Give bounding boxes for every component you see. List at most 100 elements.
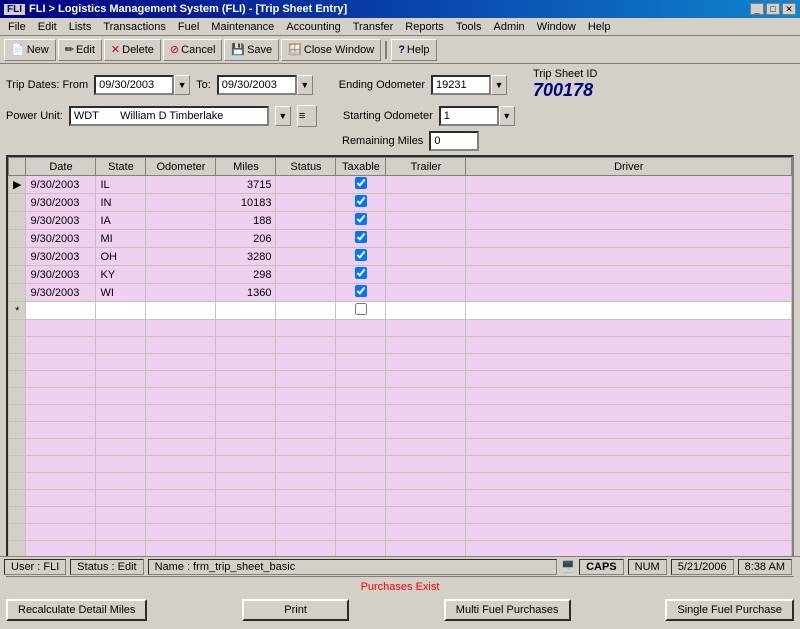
empty-table-row[interactable] (9, 439, 792, 456)
taxable-checkbox[interactable] (355, 213, 367, 225)
row-status[interactable] (276, 302, 336, 320)
new-button[interactable]: 📄 New (4, 39, 56, 61)
recalculate-button[interactable]: Recalculate Detail Miles (6, 599, 147, 621)
row-driver[interactable] (466, 266, 792, 284)
row-date[interactable]: 9/30/2003 (26, 176, 96, 194)
row-status[interactable] (276, 230, 336, 248)
taxable-checkbox[interactable] (355, 231, 367, 243)
row-date[interactable]: 9/30/2003 (26, 284, 96, 302)
row-date[interactable]: 9/30/2003 (26, 266, 96, 284)
taxable-checkbox[interactable] (355, 177, 367, 189)
taxable-checkbox[interactable] (355, 195, 367, 207)
table-row[interactable]: 9/30/2003KY 298 (9, 266, 792, 284)
menu-transfer[interactable]: Transfer (347, 20, 400, 34)
row-miles[interactable]: 298 (216, 266, 276, 284)
row-trailer[interactable] (386, 194, 466, 212)
starting-odometer-dropdown[interactable]: ▼ (499, 106, 515, 126)
menu-lists[interactable]: Lists (63, 20, 98, 34)
menu-reports[interactable]: Reports (399, 20, 450, 34)
to-date-input[interactable] (217, 75, 297, 95)
empty-table-row[interactable] (9, 388, 792, 405)
menu-window[interactable]: Window (531, 20, 582, 34)
menu-fuel[interactable]: Fuel (172, 20, 205, 34)
single-fuel-button[interactable]: Single Fuel Purchase (665, 599, 794, 621)
row-trailer[interactable] (386, 284, 466, 302)
empty-table-row[interactable] (9, 354, 792, 371)
row-taxable[interactable] (336, 194, 386, 212)
row-driver[interactable] (466, 248, 792, 266)
to-date-dropdown[interactable]: ▼ (297, 75, 313, 95)
taxable-checkbox[interactable] (355, 303, 367, 315)
row-miles[interactable]: 206 (216, 230, 276, 248)
menu-tools[interactable]: Tools (450, 20, 488, 34)
menu-help[interactable]: Help (582, 20, 617, 34)
table-row[interactable]: 9/30/2003MI206 (9, 230, 792, 248)
empty-table-row[interactable] (9, 422, 792, 439)
row-status[interactable] (276, 266, 336, 284)
row-taxable[interactable] (336, 176, 386, 194)
menu-transactions[interactable]: Transactions (97, 20, 172, 34)
row-driver[interactable] (466, 194, 792, 212)
row-taxable[interactable] (336, 212, 386, 230)
delete-button[interactable]: ✕ Delete (104, 39, 161, 61)
power-unit-detail-button[interactable]: ≡ (297, 105, 317, 127)
taxable-checkbox[interactable] (355, 249, 367, 261)
row-driver[interactable] (466, 212, 792, 230)
row-status[interactable] (276, 212, 336, 230)
menu-maintenance[interactable]: Maintenance (205, 20, 280, 34)
row-odometer[interactable] (146, 212, 216, 230)
from-date-dropdown[interactable]: ▼ (174, 75, 190, 95)
row-state[interactable]: MI (96, 230, 146, 248)
minimize-button[interactable]: _ (750, 3, 764, 15)
row-odometer[interactable] (146, 194, 216, 212)
row-miles[interactable] (216, 302, 276, 320)
ending-odometer-dropdown[interactable]: ▼ (491, 75, 507, 95)
row-odometer[interactable] (146, 284, 216, 302)
table-row[interactable]: 9/30/2003OH3280 (9, 248, 792, 266)
power-unit-dropdown[interactable]: ▼ (275, 106, 291, 126)
row-odometer[interactable] (146, 266, 216, 284)
empty-table-row[interactable] (9, 541, 792, 558)
row-miles[interactable]: 1360 (216, 284, 276, 302)
row-trailer[interactable] (386, 212, 466, 230)
power-unit-input[interactable] (69, 106, 269, 126)
row-trailer[interactable] (386, 230, 466, 248)
menu-edit[interactable]: Edit (32, 20, 63, 34)
row-state[interactable]: IN (96, 194, 146, 212)
remaining-miles-input[interactable] (429, 131, 479, 151)
empty-table-row[interactable] (9, 337, 792, 354)
row-odometer[interactable] (146, 176, 216, 194)
empty-table-row[interactable] (9, 507, 792, 524)
row-driver[interactable] (466, 230, 792, 248)
row-state[interactable]: IL (96, 176, 146, 194)
row-taxable[interactable] (336, 266, 386, 284)
print-button[interactable]: Print (242, 599, 349, 621)
row-state[interactable] (96, 302, 146, 320)
edit-button[interactable]: ✏ Edit (58, 39, 102, 61)
save-button[interactable]: 💾 Save (224, 39, 279, 61)
empty-table-row[interactable] (9, 473, 792, 490)
row-state[interactable]: KY (96, 266, 146, 284)
menu-admin[interactable]: Admin (488, 20, 531, 34)
table-row[interactable]: * (9, 302, 792, 320)
table-row[interactable]: 9/30/2003IN10183 (9, 194, 792, 212)
row-date[interactable]: 9/30/2003 (26, 248, 96, 266)
starting-odometer-input[interactable] (439, 106, 499, 126)
close-window-button[interactable]: 🪟 Close Window (281, 39, 381, 61)
table-row[interactable]: 9/30/2003WI1360 (9, 284, 792, 302)
row-date[interactable]: 9/30/2003 (26, 194, 96, 212)
empty-table-row[interactable] (9, 524, 792, 541)
row-odometer[interactable] (146, 302, 216, 320)
row-trailer[interactable] (386, 266, 466, 284)
close-button[interactable]: ✕ (782, 3, 796, 15)
row-miles[interactable]: 3280 (216, 248, 276, 266)
taxable-checkbox[interactable] (355, 285, 367, 297)
row-trailer[interactable] (386, 176, 466, 194)
row-driver[interactable] (466, 284, 792, 302)
empty-table-row[interactable] (9, 456, 792, 473)
menu-accounting[interactable]: Accounting (280, 20, 346, 34)
table-row[interactable]: ▶9/30/2003IL3715 (9, 176, 792, 194)
multi-fuel-button[interactable]: Multi Fuel Purchases (444, 599, 571, 621)
row-miles[interactable]: 188 (216, 212, 276, 230)
ending-odometer-input[interactable] (431, 75, 491, 95)
